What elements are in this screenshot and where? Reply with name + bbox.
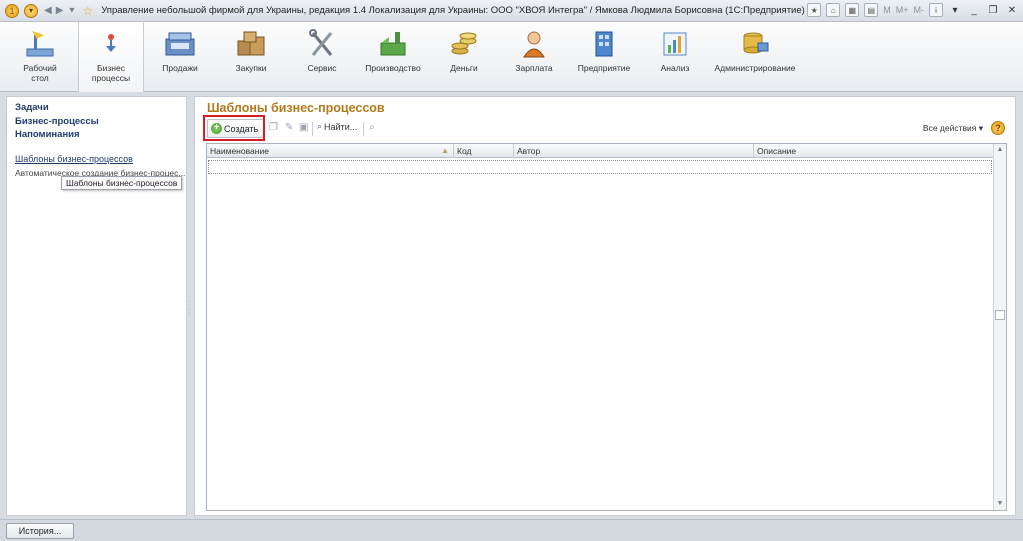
section-analysis[interactable]: Анализ [646,22,704,92]
tools-icon [305,28,339,60]
find-label: Найти... [324,121,358,132]
coins-icon [447,28,481,60]
create-button-highlight [203,115,265,141]
boxes-icon [234,28,268,60]
business-process-icon [94,28,128,60]
section-label: Предприятие [577,63,631,73]
section-salary[interactable]: Зарплата [504,22,564,92]
scroll-thumb[interactable] [995,310,1005,320]
section-enterprise[interactable]: Предприятие [572,22,636,92]
section-label: Администрирование [714,63,796,73]
memory-m-button[interactable]: M [883,5,891,15]
section-label: Закупки [235,63,267,73]
building-icon [587,28,621,60]
status-bar: История... [0,519,1023,541]
column-label: Автор [517,146,541,156]
calculator-icon[interactable]: ▤ [864,3,879,17]
main-menu-icon[interactable]: ▾ [24,3,38,18]
app-logo-icon[interactable]: 1 [5,3,19,18]
tooltip: Шаблоны бизнес-процессов [61,176,183,190]
column-header-code[interactable]: Код [454,144,514,158]
column-label: Описание [757,146,797,156]
history-dropdown-icon[interactable]: ▾ [69,5,74,16]
section-business-processes[interactable]: Бизнес процессы [78,22,144,92]
section-sales[interactable]: Продажи [150,22,210,92]
window-title: Управление небольшой фирмой для Украины,… [101,5,805,16]
close-icon[interactable]: ✕ [1005,5,1019,16]
panel-splitter[interactable]: · · · · [188,298,190,317]
history-button[interactable]: История... [6,523,74,539]
cancel-search-icon[interactable]: ⌕ [369,122,375,133]
section-label: Продажи [162,63,198,73]
column-header-name[interactable]: Наименование ▲ [207,144,454,158]
info-icon[interactable]: i [929,3,943,17]
nav-item-business-processes[interactable]: Бизнес-процессы [15,116,99,127]
edit-icon[interactable]: ✎ [285,122,293,133]
section-administration[interactable]: Администрирование [712,22,798,92]
section-label: Бизнес процессы [91,63,131,83]
title-bar: 1 ▾ ◀ ▶ ▾ ☆ Управление небольшой фирмой … [0,0,1023,22]
section-production[interactable]: Производство [358,22,428,92]
scroll-down-icon[interactable]: ▼ [994,498,1006,510]
all-actions-menu[interactable]: Все действия ▾ [923,123,983,134]
copy-icon[interactable]: ❐ [269,122,278,133]
favorites-star-icon[interactable]: ☆ [82,4,93,18]
toolbar-separator [312,122,313,136]
column-header-author[interactable]: Автор [514,144,754,158]
section-label: Анализ [660,63,690,73]
sections-panel: Рабочий стол Бизнес процессы Продажи Зак… [0,22,1023,92]
section-label: Зарплата [515,63,553,73]
all-actions-label: Все действия [922,123,977,133]
memory-plus-button[interactable]: M+ [896,5,909,15]
sort-ascending-icon: ▲ [441,146,449,155]
nav-item-reminders[interactable]: Напоминания [15,129,80,140]
magnifier-icon: ⌕ [317,121,323,131]
find-button[interactable]: ⌕ Найти... [317,121,357,132]
memory-minus-button[interactable]: M- [914,5,925,15]
column-label: Наименование [210,146,269,156]
nav-link-bp-templates[interactable]: Шаблоны бизнес-процессов [15,154,133,164]
navigation-panel: Задачи Бизнес-процессы Напоминания Шабло… [6,96,187,516]
section-purchases[interactable]: Закупки [220,22,282,92]
toolbar-separator [363,122,364,136]
home-icon[interactable]: ⌂ [826,3,841,17]
settings-dropdown-icon[interactable]: ▾ [948,5,962,16]
help-icon[interactable]: ? [991,121,1005,135]
section-label: Деньги [450,63,478,73]
section-label: Производство [365,63,421,73]
back-icon[interactable]: ◀ [44,5,52,16]
favorites-add-icon[interactable]: ★ [807,3,822,17]
chart-icon [658,28,692,60]
list-toolbar: + Создать ❐ ✎ ▣ ⌕ Найти... ⌕ Все действи… [203,119,1009,138]
calendar-icon[interactable]: ▦ [845,3,860,17]
nav-item-tasks[interactable]: Задачи [15,102,49,113]
delete-mark-icon[interactable]: ▣ [299,122,308,133]
column-header-description[interactable]: Описание [754,144,994,158]
page-title: Шаблоны бизнес-процессов [207,101,385,115]
section-service[interactable]: Сервис [292,22,352,92]
table-row[interactable] [208,160,992,174]
section-money[interactable]: Деньги [436,22,492,92]
vertical-scrollbar[interactable]: ▲ ▼ [993,144,1006,510]
worker-icon [517,28,551,60]
admin-icon [738,28,772,60]
forward-icon[interactable]: ▶ [56,5,64,16]
desktop-icon [23,28,57,60]
section-label: Сервис [307,63,337,73]
main-content: Шаблоны бизнес-процессов + Создать ❐ ✎ ▣… [194,96,1016,516]
section-label: Рабочий стол [23,63,57,83]
scroll-up-icon[interactable]: ▲ [994,144,1006,156]
column-label: Код [457,146,472,156]
restore-icon[interactable]: ❐ [986,5,1000,16]
section-desktop[interactable]: Рабочий стол [12,22,68,92]
templates-table[interactable]: Наименование ▲ Код Автор Описание ▲ ▼ [206,143,1007,511]
factory-icon [376,28,410,60]
minimize-icon[interactable]: _ [967,5,981,16]
cash-register-icon [163,28,197,60]
table-header: Наименование ▲ Код Автор Описание [207,144,994,158]
